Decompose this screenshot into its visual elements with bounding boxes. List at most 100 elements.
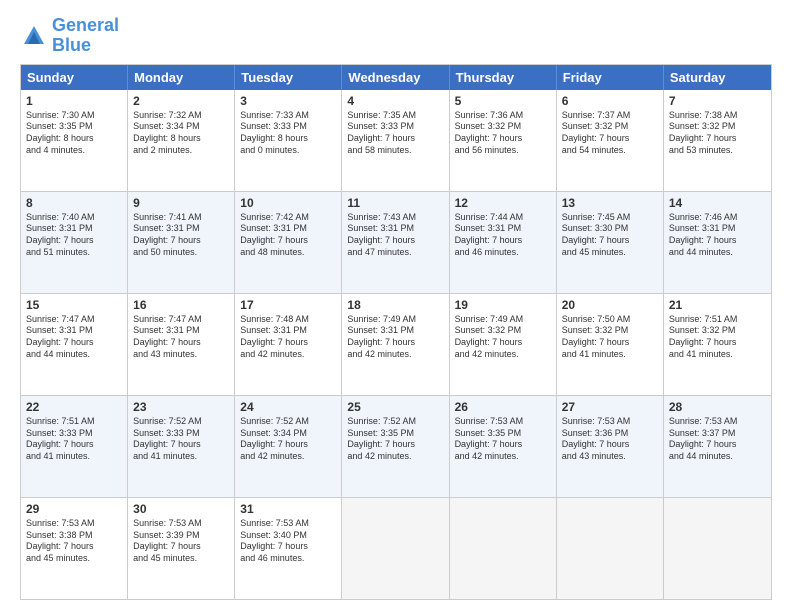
sunrise-text: Sunrise: 7:53 AM	[133, 518, 229, 530]
daylight-text: Daylight: 7 hours	[347, 439, 443, 451]
sunset-text: Sunset: 3:33 PM	[240, 121, 336, 133]
day-number: 4	[347, 94, 443, 108]
daylight-text: Daylight: 7 hours	[26, 337, 122, 349]
sunset-text: Sunset: 3:31 PM	[26, 223, 122, 235]
sunset-text: Sunset: 3:40 PM	[240, 530, 336, 542]
day-number: 21	[669, 298, 766, 312]
logo-icon	[20, 22, 48, 50]
day-number: 3	[240, 94, 336, 108]
sunrise-text: Sunrise: 7:52 AM	[347, 416, 443, 428]
day-number: 31	[240, 502, 336, 516]
cal-cell	[342, 498, 449, 599]
cal-cell: 30Sunrise: 7:53 AMSunset: 3:39 PMDayligh…	[128, 498, 235, 599]
sunrise-text: Sunrise: 7:42 AM	[240, 212, 336, 224]
cal-cell: 17Sunrise: 7:48 AMSunset: 3:31 PMDayligh…	[235, 294, 342, 395]
sunrise-text: Sunrise: 7:40 AM	[26, 212, 122, 224]
daylight-text-cont: and 47 minutes.	[347, 247, 443, 259]
day-number: 8	[26, 196, 122, 210]
daylight-text: Daylight: 8 hours	[133, 133, 229, 145]
sunset-text: Sunset: 3:30 PM	[562, 223, 658, 235]
sunset-text: Sunset: 3:34 PM	[133, 121, 229, 133]
sunset-text: Sunset: 3:33 PM	[347, 121, 443, 133]
daylight-text: Daylight: 7 hours	[347, 133, 443, 145]
sunset-text: Sunset: 3:32 PM	[562, 121, 658, 133]
sunrise-text: Sunrise: 7:43 AM	[347, 212, 443, 224]
sunrise-text: Sunrise: 7:47 AM	[133, 314, 229, 326]
day-number: 30	[133, 502, 229, 516]
day-number: 10	[240, 196, 336, 210]
daylight-text: Daylight: 7 hours	[669, 235, 766, 247]
daylight-text-cont: and 43 minutes.	[562, 451, 658, 463]
cal-cell: 14Sunrise: 7:46 AMSunset: 3:31 PMDayligh…	[664, 192, 771, 293]
daylight-text: Daylight: 7 hours	[562, 337, 658, 349]
daylight-text: Daylight: 7 hours	[133, 235, 229, 247]
sunrise-text: Sunrise: 7:35 AM	[347, 110, 443, 122]
daylight-text-cont: and 42 minutes.	[347, 451, 443, 463]
daylight-text: Daylight: 7 hours	[562, 439, 658, 451]
daylight-text-cont: and 4 minutes.	[26, 145, 122, 157]
daylight-text: Daylight: 7 hours	[347, 337, 443, 349]
day-number: 17	[240, 298, 336, 312]
day-number: 20	[562, 298, 658, 312]
cal-cell: 28Sunrise: 7:53 AMSunset: 3:37 PMDayligh…	[664, 396, 771, 497]
sunrise-text: Sunrise: 7:45 AM	[562, 212, 658, 224]
daylight-text-cont: and 41 minutes.	[669, 349, 766, 361]
cal-row-4: 22Sunrise: 7:51 AMSunset: 3:33 PMDayligh…	[21, 396, 771, 498]
sunset-text: Sunset: 3:32 PM	[455, 325, 551, 337]
daylight-text: Daylight: 7 hours	[240, 337, 336, 349]
daylight-text-cont: and 42 minutes.	[240, 451, 336, 463]
cal-cell: 10Sunrise: 7:42 AMSunset: 3:31 PMDayligh…	[235, 192, 342, 293]
cal-header-sunday: Sunday	[21, 65, 128, 90]
daylight-text-cont: and 50 minutes.	[133, 247, 229, 259]
day-number: 5	[455, 94, 551, 108]
sunrise-text: Sunrise: 7:30 AM	[26, 110, 122, 122]
daylight-text-cont: and 2 minutes.	[133, 145, 229, 157]
daylight-text-cont: and 51 minutes.	[26, 247, 122, 259]
sunset-text: Sunset: 3:32 PM	[455, 121, 551, 133]
daylight-text-cont: and 44 minutes.	[669, 247, 766, 259]
sunrise-text: Sunrise: 7:36 AM	[455, 110, 551, 122]
sunrise-text: Sunrise: 7:38 AM	[669, 110, 766, 122]
daylight-text-cont: and 43 minutes.	[133, 349, 229, 361]
day-number: 2	[133, 94, 229, 108]
logo: General Blue	[20, 16, 119, 56]
sunset-text: Sunset: 3:33 PM	[26, 428, 122, 440]
cal-row-2: 8Sunrise: 7:40 AMSunset: 3:31 PMDaylight…	[21, 192, 771, 294]
cal-cell: 1Sunrise: 7:30 AMSunset: 3:35 PMDaylight…	[21, 90, 128, 191]
daylight-text-cont: and 41 minutes.	[26, 451, 122, 463]
day-number: 7	[669, 94, 766, 108]
daylight-text: Daylight: 7 hours	[26, 235, 122, 247]
cal-cell: 15Sunrise: 7:47 AMSunset: 3:31 PMDayligh…	[21, 294, 128, 395]
daylight-text-cont: and 56 minutes.	[455, 145, 551, 157]
calendar-body: 1Sunrise: 7:30 AMSunset: 3:35 PMDaylight…	[21, 90, 771, 599]
sunset-text: Sunset: 3:36 PM	[562, 428, 658, 440]
day-number: 12	[455, 196, 551, 210]
daylight-text: Daylight: 7 hours	[669, 439, 766, 451]
sunrise-text: Sunrise: 7:41 AM	[133, 212, 229, 224]
sunset-text: Sunset: 3:37 PM	[669, 428, 766, 440]
cal-cell: 25Sunrise: 7:52 AMSunset: 3:35 PMDayligh…	[342, 396, 449, 497]
sunset-text: Sunset: 3:34 PM	[240, 428, 336, 440]
sunrise-text: Sunrise: 7:37 AM	[562, 110, 658, 122]
sunset-text: Sunset: 3:31 PM	[455, 223, 551, 235]
logo-text-blue: Blue	[52, 36, 119, 56]
day-number: 29	[26, 502, 122, 516]
day-number: 27	[562, 400, 658, 414]
sunrise-text: Sunrise: 7:53 AM	[26, 518, 122, 530]
daylight-text-cont: and 45 minutes.	[562, 247, 658, 259]
daylight-text: Daylight: 7 hours	[562, 235, 658, 247]
sunrise-text: Sunrise: 7:51 AM	[669, 314, 766, 326]
cal-cell: 16Sunrise: 7:47 AMSunset: 3:31 PMDayligh…	[128, 294, 235, 395]
day-number: 15	[26, 298, 122, 312]
daylight-text: Daylight: 7 hours	[562, 133, 658, 145]
daylight-text-cont: and 46 minutes.	[455, 247, 551, 259]
cal-cell: 5Sunrise: 7:36 AMSunset: 3:32 PMDaylight…	[450, 90, 557, 191]
sunrise-text: Sunrise: 7:52 AM	[240, 416, 336, 428]
daylight-text-cont: and 42 minutes.	[455, 349, 551, 361]
daylight-text-cont: and 48 minutes.	[240, 247, 336, 259]
sunrise-text: Sunrise: 7:49 AM	[455, 314, 551, 326]
cal-header-tuesday: Tuesday	[235, 65, 342, 90]
daylight-text: Daylight: 7 hours	[347, 235, 443, 247]
cal-cell: 7Sunrise: 7:38 AMSunset: 3:32 PMDaylight…	[664, 90, 771, 191]
sunrise-text: Sunrise: 7:47 AM	[26, 314, 122, 326]
